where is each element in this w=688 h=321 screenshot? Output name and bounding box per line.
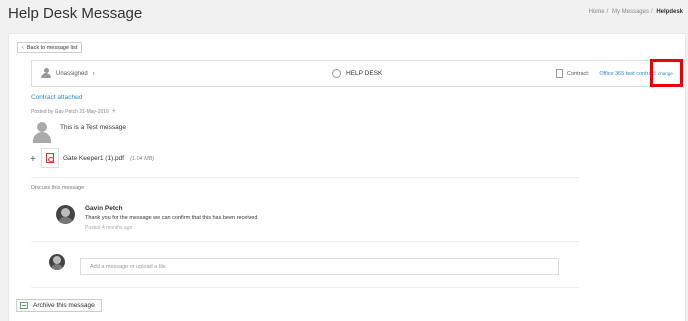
breadcrumb: Home / My Messages / Helpdesk xyxy=(588,9,683,15)
document-icon xyxy=(556,69,563,78)
page-header: Help Desk Message Home / My Messages / Hel… xyxy=(0,0,688,26)
attachment-link[interactable]: Gate Keeper1 (1).pdf (1.04 MB) xyxy=(63,155,154,162)
chevron-right-icon: › xyxy=(92,70,95,77)
avatar xyxy=(33,122,51,144)
archive-button[interactable]: Archive this message xyxy=(16,299,102,312)
department-label: HELP DESK xyxy=(346,70,383,77)
chevron-left-icon: ‹ xyxy=(22,44,24,51)
breadcrumb-home[interactable]: Home xyxy=(589,9,605,15)
message-body: This is a Test message xyxy=(60,124,126,131)
archive-button-label: Archive this message xyxy=(33,302,95,309)
discussion-heading: Discuss this message xyxy=(31,185,85,191)
assignee-selector[interactable]: Unassigned › xyxy=(41,68,95,79)
pdf-icon[interactable] xyxy=(41,148,59,168)
user-icon xyxy=(41,68,51,79)
breadcrumb-helpdesk: Helpdesk xyxy=(656,9,683,15)
back-button-label: Back to message list xyxy=(26,44,78,51)
archive-icon xyxy=(20,302,28,309)
comment-text: Thank you for the message we can confirm… xyxy=(85,215,258,221)
assignee-label: Unassigned xyxy=(56,70,88,77)
posted-by: Posted by Gav Petch 21-May-2019 + xyxy=(31,108,116,115)
reply-input[interactable] xyxy=(80,258,559,275)
highlight-annotation xyxy=(650,59,683,87)
commenter-avatar xyxy=(56,205,75,224)
current-user-avatar xyxy=(49,254,65,270)
back-to-list-button[interactable]: ‹ Back to message list xyxy=(17,42,83,53)
comment-author: Gavin Petch xyxy=(85,205,123,212)
divider xyxy=(31,287,579,288)
contract-attached-link[interactable]: Contract attached xyxy=(31,94,82,101)
posted-by-text: Posted by Gav Petch 21-May-2019 xyxy=(31,108,109,115)
add-icon[interactable]: + xyxy=(112,108,116,115)
comment-timestamp: Posted 4 months ago xyxy=(85,225,133,231)
contract-label: Contract: xyxy=(567,70,590,77)
attachment-size: (1.04 MB) xyxy=(130,156,155,162)
message-info-bar: Unassigned › HELP DESK Contract: Office … xyxy=(31,60,683,87)
divider xyxy=(31,177,579,178)
add-attachment-icon[interactable]: + xyxy=(30,154,36,165)
page-title: Help Desk Message xyxy=(8,5,143,22)
department: HELP DESK xyxy=(332,69,382,78)
divider xyxy=(31,241,579,242)
globe-icon xyxy=(332,69,341,78)
attachment-name: Gate Keeper1 (1).pdf xyxy=(63,155,125,162)
contract-info: Contract: Office 365 test contract xyxy=(556,69,656,78)
message-panel: ‹ Back to message list Unassigned › HELP… xyxy=(8,33,686,321)
breadcrumb-my-messages[interactable]: My Messages xyxy=(612,9,649,15)
contract-link[interactable]: Office 365 test contract xyxy=(599,71,655,77)
